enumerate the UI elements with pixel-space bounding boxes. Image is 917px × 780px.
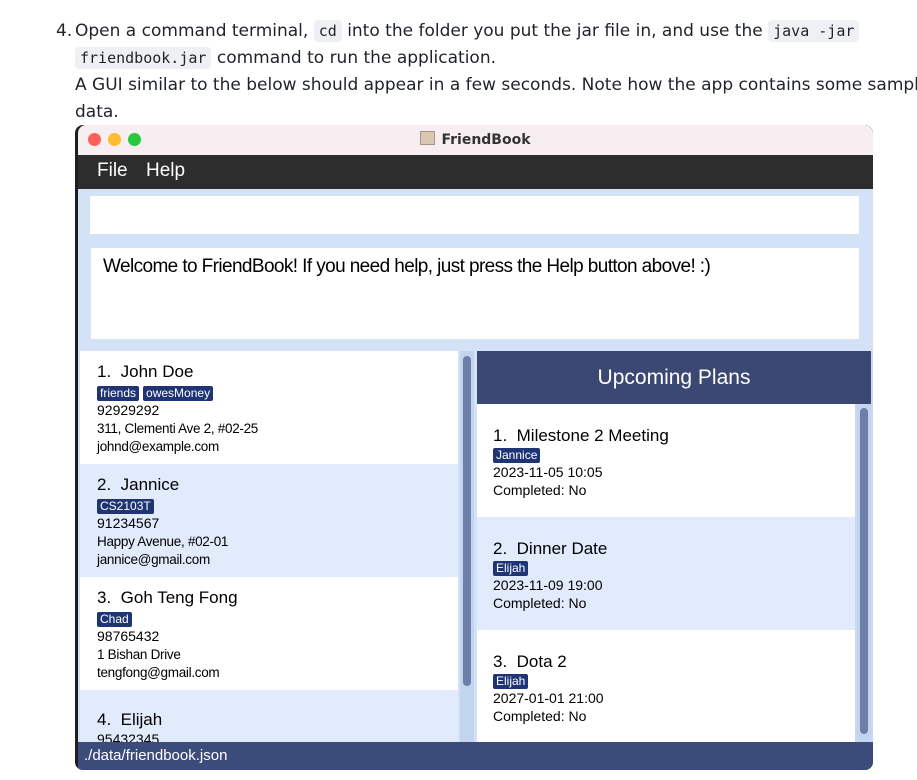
person-email: tengfong@gmail.com — [97, 665, 220, 680]
plan-friend-tag: Jannice — [493, 448, 541, 463]
person-name: 2. Jannice — [97, 475, 180, 494]
data-file-path: ./data/friendbook.json — [84, 747, 228, 764]
person-tags: friends owesMoney — [97, 384, 217, 401]
inline-code-jar: friendbook.jar — [75, 47, 212, 69]
person-phone: 91234567 — [97, 515, 160, 531]
plans-header: Upcoming Plans — [477, 351, 871, 404]
person-email: johnd@example.com — [97, 439, 219, 454]
person-tags: CS2103T — [97, 497, 158, 514]
menu-file[interactable]: File — [97, 160, 128, 182]
person-name: 3. Goh Teng Fong — [97, 588, 238, 607]
instruction-line-4: data. — [75, 102, 119, 122]
plan-friend-tag: Elijah — [493, 674, 529, 689]
person-card[interactable]: 2. Jannice CS2103T 91234567 Happy Avenue… — [80, 464, 458, 577]
window-title: FriendBook — [78, 131, 873, 148]
command-input[interactable] — [90, 196, 859, 234]
inline-code-java: java -jar — [768, 20, 860, 42]
plan-name: 3. Dota 2 — [493, 652, 567, 671]
person-list-scrollbar[interactable] — [460, 351, 474, 742]
main-content: Welcome to FriendBook! If you need help,… — [78, 189, 873, 742]
person-tag: owesMoney — [143, 386, 214, 401]
result-display: Welcome to FriendBook! If you need help,… — [91, 248, 859, 339]
result-text: Welcome to FriendBook! If you need help,… — [103, 256, 711, 277]
person-phone: 95432345 — [97, 731, 160, 742]
plan-card[interactable]: 3. Dota 2 Elijah 2027-01-01 21:00 Comple… — [477, 630, 855, 742]
plan-card[interactable]: 1. Milestone 2 Meeting Jannice 2023-11-0… — [477, 404, 855, 517]
person-card[interactable]: 1. John Doe friends owesMoney 92929292 31… — [80, 351, 458, 464]
plan-panel: Upcoming Plans 1. Milestone 2 Meeting Ja… — [477, 351, 873, 742]
instruction-line-3: A GUI similar to the below should appear… — [75, 75, 917, 95]
plan-list-scrollbar[interactable] — [857, 404, 871, 742]
person-tag: CS2103T — [97, 499, 154, 514]
plan-completed: Completed: No — [493, 708, 587, 724]
plan-name: 1. Milestone 2 Meeting — [493, 426, 669, 445]
person-card[interactable]: 3. Goh Teng Fong Chad 98765432 1 Bishan … — [80, 577, 458, 690]
person-address: 311, Clementi Ave 2, #02-25 — [97, 421, 259, 436]
plan-datetime: 2027-01-01 21:00 — [493, 690, 604, 706]
plan-completed: Completed: No — [493, 595, 587, 611]
plan-tags: Jannice — [493, 446, 544, 464]
person-email: jannice@gmail.com — [97, 552, 210, 567]
plan-completed: Completed: No — [493, 482, 587, 498]
person-tags: Chad — [97, 610, 136, 627]
menu-help[interactable]: Help — [146, 160, 185, 182]
person-address: Happy Avenue, #02-01 — [97, 534, 229, 549]
plan-tags: Elijah — [493, 559, 532, 577]
person-phone: 92929292 — [97, 402, 160, 418]
person-name: 1. John Doe — [97, 362, 194, 381]
person-list[interactable]: 1. John Doe friends owesMoney 92929292 31… — [80, 351, 458, 742]
person-address: 1 Bishan Drive — [97, 647, 181, 662]
title-bar[interactable]: FriendBook — [78, 125, 873, 155]
scrollbar-thumb[interactable] — [860, 408, 868, 734]
menu-bar: File Help — [78, 155, 873, 189]
inline-code-cd: cd — [313, 20, 342, 42]
plan-card[interactable]: 2. Dinner Date Elijah 2023-11-09 19:00 C… — [477, 517, 855, 630]
step-number: 4. — [56, 21, 73, 41]
status-bar: ./data/friendbook.json — [78, 742, 873, 770]
plan-name: 2. Dinner Date — [493, 539, 608, 558]
plan-datetime: 2023-11-05 10:05 — [493, 464, 603, 480]
instruction-line-1: Open a command terminal, cd into the fol… — [75, 18, 860, 45]
scrollbar-thumb[interactable] — [463, 356, 471, 686]
plan-datetime: 2023-11-09 19:00 — [493, 577, 603, 593]
person-card[interactable]: 4. Elijah 95432345 — [80, 690, 458, 742]
plan-tags: Elijah — [493, 672, 532, 690]
plan-friend-tag: Elijah — [493, 561, 529, 576]
person-tag: Chad — [97, 612, 132, 627]
app-window: FriendBook File Help Welcome to FriendBo… — [75, 125, 873, 770]
app-icon — [420, 131, 436, 145]
instruction-line-2: friendbook.jar command to run the applic… — [75, 45, 496, 72]
person-tag: friends — [97, 386, 140, 401]
person-phone: 98765432 — [97, 628, 160, 644]
person-name: 4. Elijah — [97, 710, 163, 729]
